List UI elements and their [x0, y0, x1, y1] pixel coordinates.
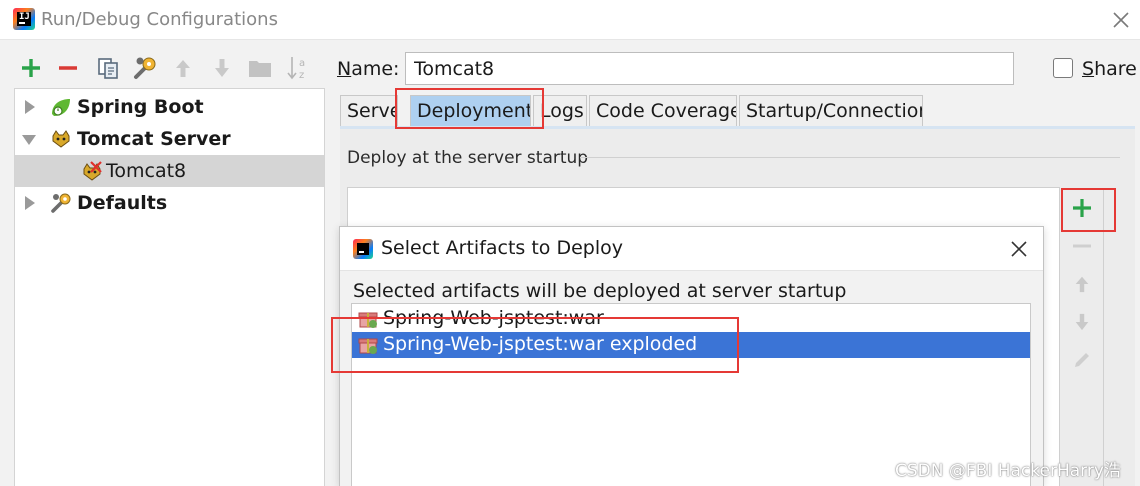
tomcat-error-icon	[83, 161, 102, 181]
dialog-description: Selected artifacts will be deployed at s…	[353, 280, 847, 302]
tree-item-tomcat-server[interactable]: Tomcat Server	[15, 123, 324, 155]
section-divider	[580, 157, 1120, 158]
name-input[interactable]	[405, 52, 1014, 85]
deploy-section-label: Deploy at the server startup	[347, 148, 589, 168]
name-label: Name:	[337, 58, 400, 80]
dialog-title: Select Artifacts to Deploy	[381, 237, 623, 259]
expand-arrow-icon[interactable]	[25, 196, 35, 210]
remove-artifact-icon	[1066, 230, 1098, 262]
highlight-add-button	[1061, 188, 1116, 232]
watermark: CSDN @FBI HackerHarry浩	[895, 461, 1121, 481]
wrench-icon[interactable]	[132, 54, 158, 82]
move-up-icon	[1066, 268, 1098, 300]
intellij-logo-icon	[353, 239, 373, 259]
tree-item-defaults[interactable]: Defaults	[15, 187, 324, 219]
tab-code-coverage[interactable]: Code Coverage	[589, 95, 737, 126]
copy-icon[interactable]	[95, 54, 121, 82]
svg-text:a: a	[299, 58, 305, 69]
sort-icon: a z	[285, 54, 311, 82]
tomcat-icon	[52, 130, 70, 148]
highlight-exploded-artifact	[331, 317, 739, 373]
tree-item-label: Defaults	[77, 192, 168, 214]
move-down-icon	[1066, 306, 1098, 338]
tree-item-label: Tomcat Server	[77, 128, 231, 150]
window-title: Run/Debug Configurations	[41, 9, 278, 30]
collapse-arrow-icon[interactable]	[22, 135, 36, 145]
tree-item-tomcat8[interactable]: Tomcat8	[15, 155, 324, 187]
tree-item-label: Spring Boot	[77, 96, 204, 118]
configurations-tree: Spring Boot Tomcat Server Tomcat8 Defaul…	[14, 88, 325, 486]
remove-icon[interactable]	[55, 54, 81, 82]
tree-item-label: Tomcat8	[106, 160, 187, 182]
dialog-title-bar: Select Artifacts to Deploy	[340, 227, 1043, 271]
tab-server[interactable]: Server	[340, 95, 398, 126]
move-down-icon	[209, 54, 235, 82]
move-up-icon	[170, 54, 196, 82]
edit-pencil-icon	[1066, 344, 1098, 376]
close-icon[interactable]	[1008, 238, 1030, 260]
close-icon[interactable]	[1110, 9, 1132, 31]
spring-boot-icon	[52, 99, 70, 116]
add-icon[interactable]	[18, 54, 44, 82]
tab-startup-connection[interactable]: Startup/Connection	[739, 95, 923, 126]
svg-text:z: z	[299, 70, 304, 81]
folder-icon	[247, 54, 273, 82]
side-divider	[1103, 190, 1104, 486]
highlight-deployment-tab	[395, 88, 544, 129]
expand-arrow-icon[interactable]	[25, 100, 35, 114]
share-checkbox[interactable]	[1053, 58, 1073, 78]
share-label[interactable]: Share	[1082, 58, 1137, 80]
deploy-list-toolbar	[1066, 190, 1102, 486]
title-bar: IJ Run/Debug Configurations	[0, 0, 1140, 40]
wrench-icon	[51, 193, 71, 213]
tree-item-spring-boot[interactable]: Spring Boot	[15, 91, 324, 123]
intellij-logo-icon: IJ	[13, 8, 35, 30]
